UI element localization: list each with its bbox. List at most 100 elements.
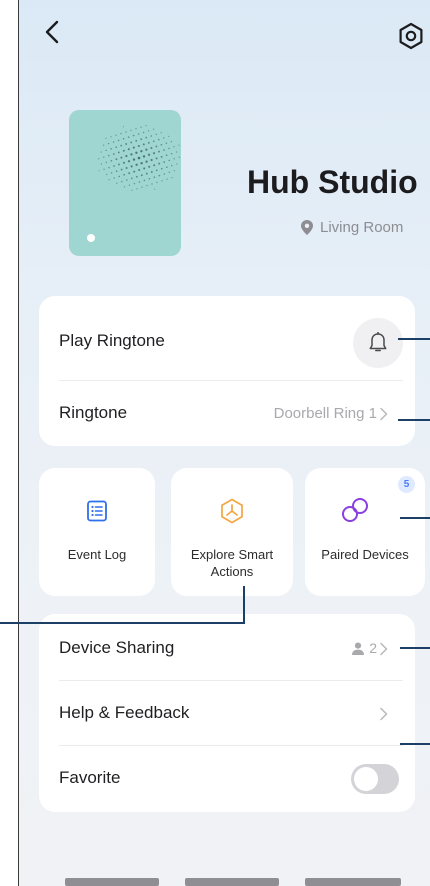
bottom-button-middle[interactable] [185,878,279,886]
smart-actions-icon [221,498,243,524]
pattern-dot [122,149,125,152]
pattern-dot [105,149,107,152]
pattern-dot [163,173,166,175]
pattern-dot [153,176,156,179]
pattern-dot [161,180,163,182]
toggle-knob [354,767,378,791]
pattern-dot [122,137,125,140]
paired-devices-tile[interactable]: 5 Paired Devices [305,468,425,596]
pattern-dot [148,165,151,168]
pattern-dot [145,160,148,163]
back-button[interactable] [41,18,65,46]
help-feedback-row[interactable]: Help & Feedback [39,681,415,745]
ringtone-label: Ringtone [59,403,128,422]
settings-button[interactable] [397,22,425,50]
ringtone-card: Play Ringtone Ringtone Doorbell Ring 1 [39,296,415,446]
pattern-dot [148,177,151,180]
pattern-dot [155,133,157,136]
pattern-dot [160,132,162,134]
pattern-dot [121,180,123,183]
pattern-dot [163,137,165,139]
pattern-dot [145,148,148,151]
explore-smart-actions-tile[interactable]: Explore Smart Actions [171,468,293,596]
chevron-left-icon [45,20,59,44]
pattern-dot [168,159,170,162]
callout-line-play-ringtone [398,338,430,340]
pattern-dot [154,188,156,190]
pattern-dot [147,141,150,144]
pattern-dot [138,168,141,172]
event-log-icon [87,500,107,522]
play-ringtone-row[interactable]: Play Ringtone [39,296,415,386]
bottom-button-left[interactable] [65,878,159,886]
pattern-dot [146,184,148,187]
pattern-dot [108,166,110,169]
pattern-dot [110,159,113,162]
pattern-dot [125,143,128,145]
pattern-dot [178,144,180,146]
hexagon-settings-icon [399,22,423,50]
pattern-dot [130,129,132,132]
speaker-pattern-icon [98,124,180,192]
pattern-dot [173,146,175,148]
pattern-dot [140,150,143,153]
pattern-dot [130,165,133,168]
pattern-dot [105,137,107,140]
pattern-dot [107,142,110,145]
pattern-dot [175,151,178,153]
pattern-dot [150,146,153,150]
pattern-dot [133,182,136,185]
pattern-dot [125,131,127,133]
ringtone-row[interactable]: Ringtone Doorbell Ring 1 [39,381,415,446]
pattern-dot [130,177,133,180]
pattern-dot [160,143,163,146]
pattern-dot [155,169,158,172]
pattern-dot [163,161,166,163]
pattern-dot [120,168,123,171]
device-sharing-label: Device Sharing [59,638,175,657]
pattern-dot [160,167,163,170]
pattern-dot [173,170,176,172]
pattern-dot [112,141,115,143]
device-thumbnail [69,110,181,256]
pattern-dot [165,142,168,144]
pattern-dot [120,144,123,147]
pattern-dot [118,163,120,166]
pattern-dot [142,155,146,158]
paired-devices-label: Paired Devices [321,547,409,562]
pattern-dot [115,158,118,161]
pattern-dot [160,155,163,158]
event-log-tile[interactable]: Event Log [39,468,155,596]
pattern-dot [155,145,158,148]
favorite-toggle[interactable] [351,764,399,794]
pattern-dot [158,174,161,177]
play-ringtone-button[interactable] [353,318,403,368]
pattern-dot [152,152,156,155]
pattern-dot [143,167,146,170]
pattern-dot [142,143,145,146]
pattern-dot [152,128,155,130]
pattern-dot [168,147,170,150]
pattern-dot [127,148,130,151]
pattern-dot [108,154,110,157]
pattern-dot [142,131,145,134]
pattern-dot [123,173,126,176]
pattern-dot [171,176,173,179]
pattern-dot [135,163,138,166]
pattern-dot [158,162,161,165]
event-log-label: Event Log [67,547,127,562]
pattern-dot [170,140,173,143]
pattern-dot [118,175,120,178]
callout-line-help-feedback [400,743,430,745]
pattern-dot [135,151,138,154]
pattern-dot [152,140,155,143]
pattern-dot [158,138,160,141]
pattern-dot [98,170,100,172]
pattern-dot [173,158,175,160]
device-location-label: Living Room [320,219,404,236]
chevron-right-icon [380,707,388,721]
bottom-button-right[interactable] [305,878,401,886]
pattern-dot [137,156,141,160]
pattern-dot [147,153,151,156]
pattern-dot [145,172,148,175]
